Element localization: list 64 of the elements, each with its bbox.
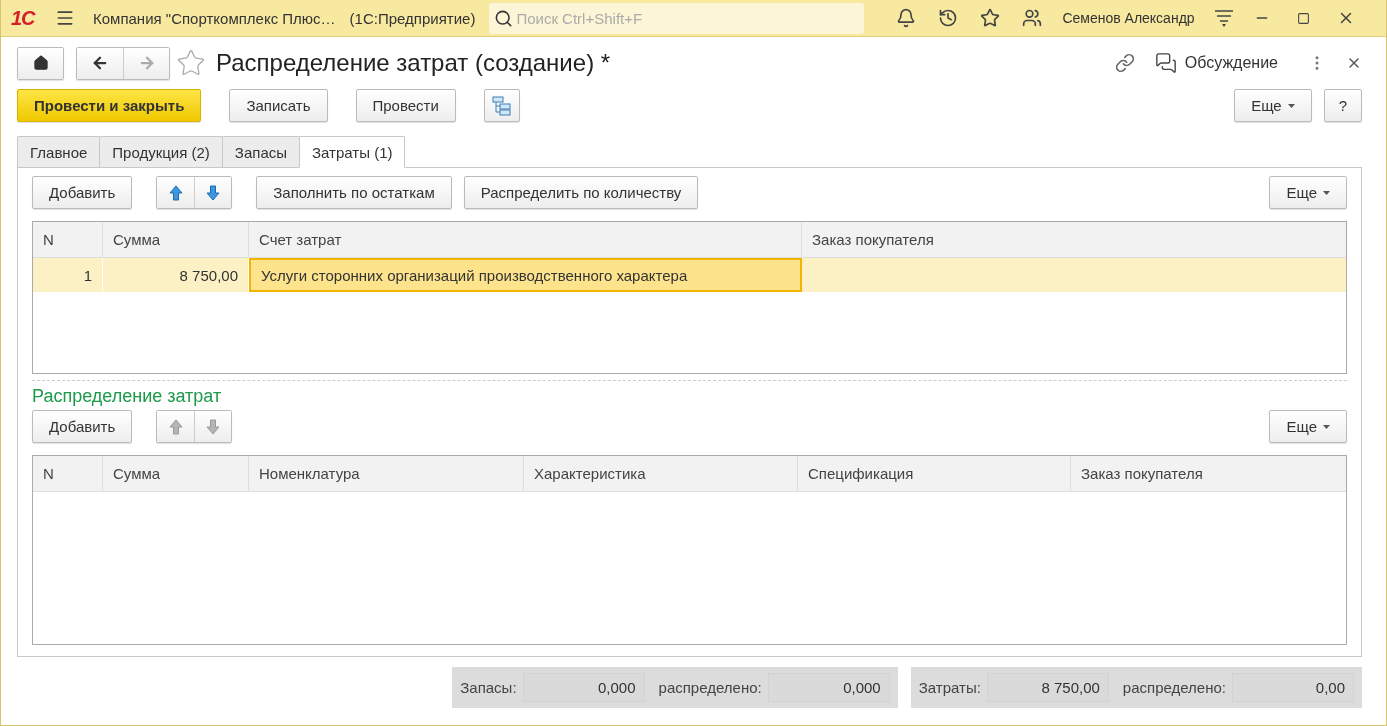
column-header[interactable]: Счет затрат	[249, 222, 802, 257]
link-icon[interactable]	[1114, 53, 1135, 73]
arrow-down-icon	[206, 418, 221, 435]
user-name[interactable]: Семенов Александр	[1062, 10, 1195, 26]
caret-icon	[1287, 103, 1295, 108]
distributed-value: 0,000	[767, 673, 890, 702]
tab[interactable]: Запасы	[221, 136, 300, 167]
search-icon	[494, 8, 514, 28]
arrow-up-icon	[168, 184, 183, 201]
arrow-up-icon	[168, 418, 183, 435]
favorite-star-icon[interactable]	[176, 48, 206, 78]
column-header[interactable]: Характеристика	[524, 456, 798, 491]
caret-icon	[1323, 190, 1330, 195]
distributed-label: распределено:	[1122, 679, 1226, 696]
post-and-close-button[interactable]: Провести и закрыть	[17, 89, 202, 122]
column-header[interactable]: Заказ покупателя	[802, 222, 1346, 257]
column-header[interactable]: Заказ покупателя	[1071, 456, 1346, 491]
arrow-down-icon	[206, 184, 221, 201]
add-button[interactable]: Добавить	[32, 176, 133, 209]
discussion-icon[interactable]	[1154, 52, 1177, 74]
help-button[interactable]: ?	[1323, 89, 1362, 122]
toolbar-button[interactable]: Заполнить по остаткам	[256, 176, 452, 209]
column-header[interactable]: Спецификация	[798, 456, 1071, 491]
command-button[interactable]: Записать	[229, 89, 328, 122]
back-button[interactable]	[77, 47, 123, 79]
logo[interactable]: 1С	[11, 6, 55, 30]
tab[interactable]: Затраты (1)	[299, 136, 406, 168]
tab[interactable]: Продукция (2)	[99, 136, 223, 167]
move-up-button[interactable]	[157, 177, 195, 208]
more-button[interactable]: Еще	[1234, 89, 1312, 122]
home-button[interactable]	[17, 46, 64, 80]
tab[interactable]: Главное	[17, 136, 101, 167]
more-button[interactable]: Еще	[1269, 410, 1347, 443]
distributed-value: 0,00	[1232, 673, 1354, 702]
table-row[interactable]: 1 8 750,00 Услуги сторонних организаций производственного характера	[33, 258, 1346, 292]
app-name: (1С:Предприятие)	[349, 9, 476, 27]
form-title: Распределение затрат (создание) *	[216, 49, 611, 77]
total-label: Запасы:	[460, 679, 517, 696]
menu-icon[interactable]	[55, 8, 75, 28]
column-header[interactable]: N	[33, 222, 103, 257]
filter-icon[interactable]	[1213, 9, 1234, 27]
more-button[interactable]: Еще	[1269, 176, 1347, 209]
column-header[interactable]: Сумма	[103, 222, 249, 257]
column-header[interactable]: Номенклатура	[249, 456, 524, 491]
toolbar-button[interactable]: Распределить по количеству	[463, 176, 699, 209]
column-header[interactable]: N	[33, 456, 103, 491]
distributed-label: распределено:	[658, 679, 762, 696]
caret-icon	[1323, 424, 1330, 429]
total-label: Затраты:	[918, 679, 981, 696]
total-value: 0,000	[522, 673, 645, 702]
move-down-button[interactable]	[194, 177, 232, 208]
column-header[interactable]: Сумма	[103, 456, 249, 491]
structure-button[interactable]	[483, 89, 520, 122]
total-value: 8 750,00	[986, 673, 1109, 702]
discussion-link[interactable]: Обсуждение	[1184, 54, 1278, 72]
search-field[interactable]: Поиск Ctrl+Shift+F	[489, 2, 865, 34]
structure-icon	[491, 95, 512, 116]
add-button[interactable]: Добавить	[32, 410, 133, 443]
table-cell: 1	[33, 258, 103, 292]
home-icon	[32, 55, 49, 71]
command-button[interactable]: Провести	[355, 89, 456, 122]
group-title: Распределение затрат	[32, 386, 223, 407]
window-title: Компания "Спорткомплекс Плюс…	[93, 9, 336, 27]
table-cell[interactable]: Услуги сторонних организаций производственного характера	[249, 258, 802, 292]
